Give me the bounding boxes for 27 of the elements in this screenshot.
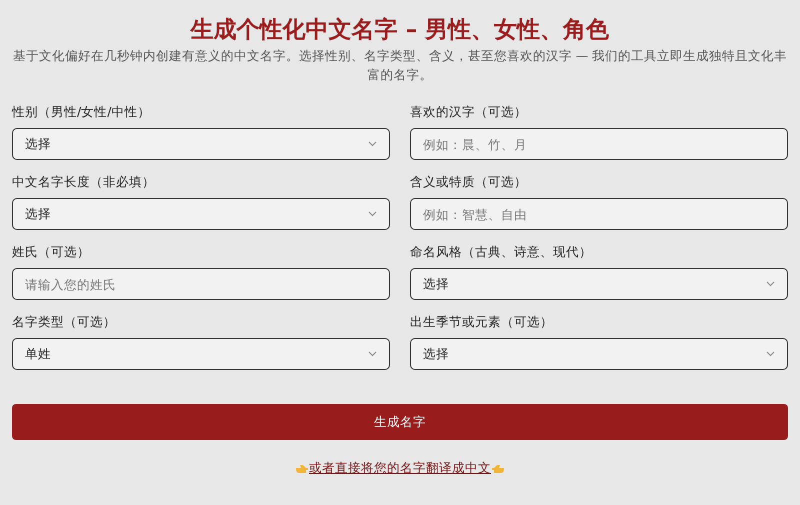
generate-button[interactable]: 生成名字 (12, 404, 788, 440)
select-field[interactable]: 单姓 (12, 338, 390, 370)
text-field[interactable]: 请输入您的姓氏 (12, 268, 390, 300)
field-label: 姓氏（可选） (12, 244, 90, 259)
field-label: 命名风格（古典、诗意、现代） (410, 244, 592, 259)
chevron-down-icon (368, 141, 377, 147)
chevron-down-icon (766, 351, 775, 357)
field-label: 名字类型（可选） (12, 314, 116, 329)
pointing-hand-icon (491, 462, 505, 474)
field-label: 含义或特质（可选） (410, 174, 527, 189)
field-label: 出生季节或元素（可选） (410, 314, 553, 329)
select-field[interactable]: 选择 (12, 128, 390, 160)
text-field[interactable]: 例如：晨、竹、月 (410, 128, 788, 160)
translate-link[interactable]: 或者直接将您的名字翻译成中文 (309, 460, 491, 477)
select-field[interactable]: 选择 (410, 268, 788, 300)
select-field[interactable]: 选择 (410, 338, 788, 370)
chevron-down-icon (368, 211, 377, 217)
select-field[interactable]: 选择 (12, 198, 390, 230)
pointing-hand-icon (295, 462, 309, 474)
chevron-down-icon (766, 281, 775, 287)
page-title: 生成个性化中文名字 – 男性、女性、角色 (189, 16, 610, 45)
page-description: 基于文化偏好在几秒钟内创建有意义的中文名字。选择性别、名字类型、含义，甚至您喜欢的汉字 — 我们的工具立即生成独特且文化丰富的名字。 (12, 47, 788, 84)
chevron-down-icon (368, 351, 377, 357)
text-field[interactable]: 例如：智慧、自由 (410, 198, 788, 230)
field-label: 性别（男性/女性/中性） (12, 104, 150, 119)
field-label: 喜欢的汉字（可选） (410, 104, 527, 119)
field-label: 中文名字长度（非必填） (12, 174, 155, 189)
